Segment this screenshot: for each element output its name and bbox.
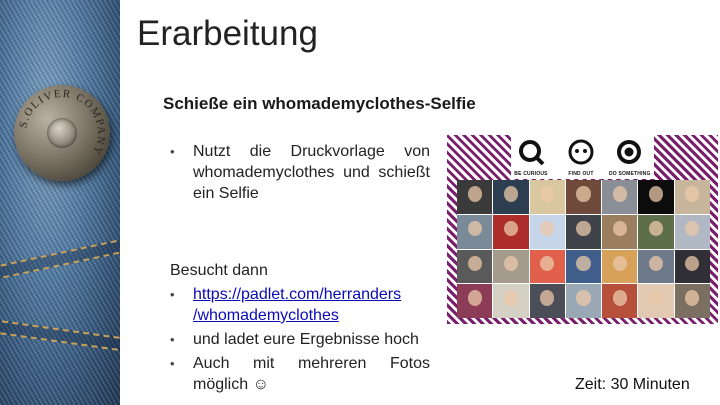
list-item-text: und ladet eure Ergebnisse hoch: [193, 331, 419, 348]
jeans-button-icon: S.OLIVER COMPANY: [14, 85, 110, 181]
list-item-text: Auch mit mehreren Fotos möglich ☺: [193, 355, 430, 393]
selfie-photo: [638, 284, 674, 318]
selfie-photo-grid: [457, 180, 710, 318]
list-item: • Auch mit mehreren Fotos möglich ☺: [170, 353, 430, 395]
time-note: Zeit: 30 Minuten: [575, 376, 690, 393]
selfie-photo: [638, 180, 674, 214]
logo-caption: BE CURIOUS: [514, 171, 548, 177]
selfie-photo: [638, 249, 674, 284]
logo-find-out: FIND OUT: [561, 138, 601, 177]
bullet-icon: •: [170, 144, 175, 159]
selfie-photo: [674, 180, 710, 214]
selfie-photo: [565, 284, 602, 318]
selfie-photo: [457, 214, 493, 249]
logo-caption: FIND OUT: [568, 171, 594, 177]
list-item: • https://padlet.com/herranders /whomade…: [170, 284, 430, 326]
bullet-icon: •: [170, 356, 175, 371]
denim-seam: [0, 317, 120, 357]
target-icon: [617, 140, 641, 164]
selfie-photo: [602, 284, 638, 318]
denim-photo: S.OLIVER COMPANY: [0, 0, 120, 405]
selfie-collage-image: BE CURIOUS FIND OUT DO SOMETHING: [447, 135, 718, 324]
slide-subtitle: Schieße ein whomademyclothes-Selfie: [163, 94, 476, 113]
logo-be-curious: BE CURIOUS: [511, 138, 551, 177]
selfie-photo: [565, 214, 602, 249]
instruction-list: • Nutzt die Druckvorlage von whomademycl…: [170, 141, 430, 204]
padlet-link[interactable]: https://padlet.com/herranders /whomademy…: [193, 286, 401, 324]
face-icon: [568, 139, 594, 165]
logo-strip: BE CURIOUS FIND OUT DO SOMETHING: [511, 135, 654, 179]
list-item: • und ladet eure Ergebnisse hoch: [170, 329, 430, 350]
selfie-photo: [602, 214, 638, 249]
selfie-photo: [493, 284, 529, 318]
followup-list: Besucht dann • https://padlet.com/herran…: [170, 260, 430, 398]
logo-caption: DO SOMETHING: [609, 171, 651, 177]
selfie-photo: [457, 249, 493, 284]
selfie-photo: [674, 284, 710, 318]
logo-do-something: DO SOMETHING: [609, 138, 651, 177]
selfie-photo: [602, 180, 638, 214]
selfie-photo: [565, 180, 602, 214]
selfie-photo: [493, 180, 529, 214]
selfie-photo: [565, 249, 602, 284]
selfie-photo: [457, 180, 493, 214]
magnifier-q-icon: [519, 140, 545, 166]
selfie-photo: [602, 249, 638, 284]
followup-heading: Besucht dann: [170, 262, 268, 279]
denim-seam: [0, 231, 120, 283]
bullet-icon: •: [170, 287, 175, 302]
selfie-photo: [529, 249, 565, 284]
bullet-icon: •: [170, 332, 175, 347]
selfie-photo: [674, 214, 710, 249]
selfie-photo: [638, 214, 674, 249]
selfie-photo: [493, 249, 529, 284]
selfie-photo: [529, 284, 565, 318]
selfie-photo: [457, 284, 493, 318]
list-item-text: Nutzt die Druckvorlage von whomademyclot…: [193, 143, 430, 202]
padlet-link-line1: https://padlet.com/herranders: [193, 286, 402, 303]
selfie-photo: [529, 180, 565, 214]
slide-title: Erarbeitung: [137, 14, 318, 53]
button-center: [47, 118, 77, 148]
selfie-photo: [674, 249, 710, 284]
selfie-photo: [529, 214, 565, 249]
list-item: • Nutzt die Druckvorlage von whomademycl…: [170, 141, 430, 204]
selfie-photo: [493, 214, 529, 249]
padlet-link-line2: /whomademyclothes: [193, 307, 339, 324]
